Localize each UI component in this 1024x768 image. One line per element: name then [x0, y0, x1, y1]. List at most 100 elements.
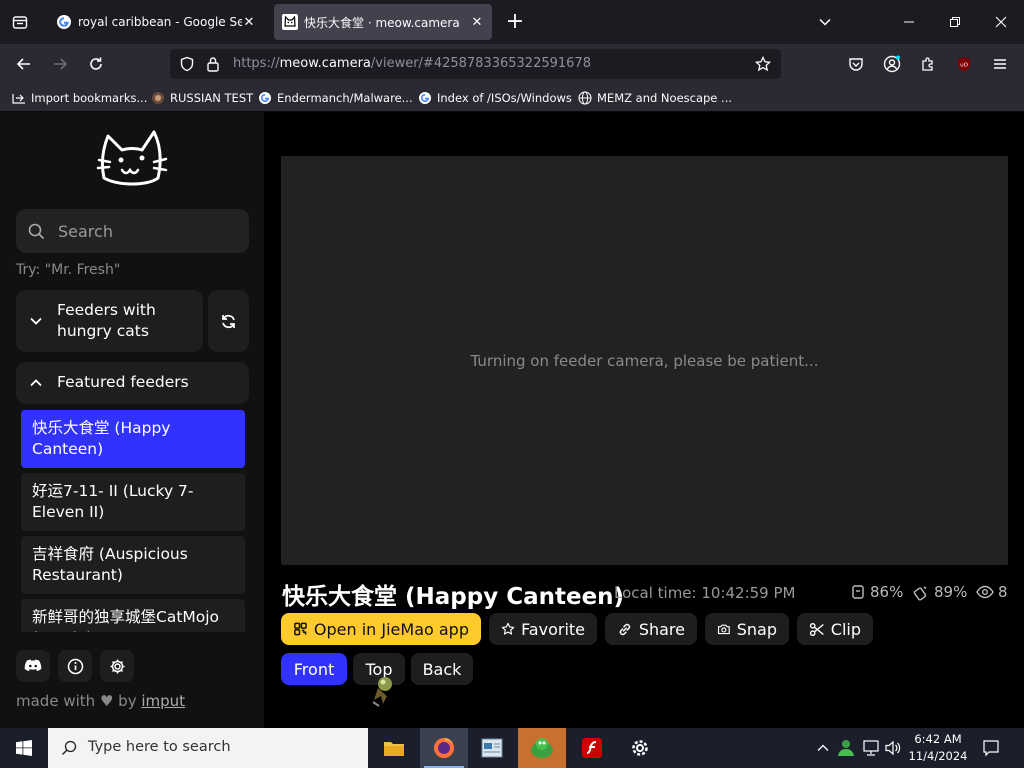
firefox-icon — [434, 738, 454, 758]
info-button[interactable] — [58, 650, 92, 682]
taskbar-flash[interactable] — [568, 728, 616, 768]
taskbar-firefox[interactable] — [420, 728, 468, 768]
clock-time: 6:42 AM — [914, 732, 962, 746]
close-tab-icon[interactable]: ✕ — [470, 15, 484, 30]
action-center-button[interactable] — [982, 739, 1000, 757]
search-box[interactable] — [16, 209, 249, 253]
menu-button[interactable] — [988, 52, 1012, 76]
gear-icon — [110, 659, 124, 673]
windows-taskbar: Type here to search 6:42 AM 11/4/2024 — [0, 728, 1024, 768]
local-time: Local time: 10:42:59 PM — [614, 584, 796, 602]
open-in-app-button[interactable]: Open in JieMao app — [281, 613, 481, 645]
favorite-button[interactable]: Favorite — [489, 613, 597, 645]
feeder-title: 快乐大食堂 (Happy Canteen) — [282, 584, 625, 610]
search-input[interactable] — [58, 219, 238, 243]
camera-status-message: Turning on feeder camera, please be pati… — [470, 352, 819, 370]
account-button[interactable] — [880, 52, 904, 76]
flash-icon — [582, 738, 602, 758]
group-hungry-cats[interactable]: Feeders with hungry cats — [16, 290, 203, 352]
notification-icon — [983, 740, 999, 757]
forward-button[interactable] — [48, 52, 72, 76]
bookmark-endermanch[interactable]: Endermanch/Malware... — [258, 90, 413, 106]
start-button[interactable] — [0, 728, 48, 768]
bookmark-import[interactable]: Import bookmarks... — [12, 90, 147, 106]
minimize-button[interactable] — [886, 6, 932, 38]
lock-icon[interactable] — [206, 56, 220, 72]
group-label: Feeders with hungry cats — [57, 301, 156, 340]
food-container-icon — [852, 585, 864, 599]
taskbar-clock[interactable]: 6:42 AM 11/4/2024 — [900, 731, 976, 765]
author-link[interactable]: imput — [141, 692, 185, 710]
chevron-up-icon — [817, 744, 829, 751]
pocket-button[interactable] — [844, 52, 868, 76]
close-window-button[interactable] — [978, 6, 1024, 38]
heart-icon: ♥ — [99, 692, 114, 710]
made-with-credit: made with ♥ by imput — [16, 692, 186, 710]
google-icon — [259, 92, 271, 104]
taskbar-file-explorer[interactable] — [370, 728, 418, 768]
bonzi-buddy-icon — [531, 738, 553, 758]
taskbar-search[interactable]: Type here to search — [48, 728, 368, 768]
tab-meow-camera[interactable]: 快乐大食堂 · meow.camera ✕ — [274, 4, 492, 40]
globe-icon — [578, 91, 592, 105]
chevron-up-icon — [30, 379, 42, 387]
refresh-button[interactable] — [208, 290, 249, 352]
reload-icon — [90, 57, 102, 70]
site-favicon-icon — [152, 92, 164, 104]
camera-video[interactable]: Turning on feeder camera, please be pati… — [281, 156, 1008, 565]
close-icon — [995, 16, 1007, 28]
discord-button[interactable] — [16, 650, 50, 682]
tray-user-app[interactable] — [837, 739, 855, 757]
reload-button[interactable] — [84, 52, 108, 76]
group-featured-feeders[interactable]: Featured feeders — [16, 362, 249, 404]
share-button[interactable]: Share — [605, 613, 697, 645]
taskbar-app-window[interactable] — [468, 728, 516, 768]
feeder-list: 快乐大食堂 (Happy Canteen) 好运7-11- II (Lucky … — [16, 408, 249, 632]
snap-button[interactable]: Snap — [705, 613, 789, 645]
bookmark-isos[interactable]: Index of /ISOs/Windows — [418, 90, 572, 106]
tab-list-button[interactable] — [8, 10, 32, 34]
url-bar[interactable]: https://meow.camera/viewer/#425878336532… — [170, 49, 781, 79]
shield-icon[interactable] — [179, 56, 195, 72]
tab-bar: royal caribbean - Google Search ✕ 快乐大食堂 … — [0, 0, 1024, 44]
feeder-item-auspicious-restaurant[interactable]: 吉祥食府 (Auspicious Restaurant) — [21, 536, 245, 594]
battery-icon — [913, 585, 927, 601]
eye-icon — [976, 585, 994, 599]
view-back-button[interactable]: Back — [411, 653, 473, 685]
qr-code-icon — [294, 622, 307, 636]
google-icon — [419, 92, 431, 104]
meow-camera-logo-icon[interactable] — [96, 126, 168, 192]
group-label: Featured feeders — [57, 373, 189, 391]
view-front-button[interactable]: Front — [281, 653, 347, 685]
ublock-button[interactable]: uO — [952, 52, 976, 76]
taskbar-settings[interactable] — [616, 728, 664, 768]
extensions-button[interactable] — [916, 52, 940, 76]
link-icon — [619, 623, 631, 635]
sidebar: Try: "Mr. Fresh" Feeders with hungry cat… — [0, 112, 264, 728]
search-hint: Try: "Mr. Fresh" — [16, 262, 121, 278]
bookmark-memz[interactable]: MEMZ and Noescape ... — [578, 90, 732, 106]
tab-google-search[interactable]: royal caribbean - Google Search ✕ — [48, 4, 264, 40]
feeder-item-happy-canteen[interactable]: 快乐大食堂 (Happy Canteen) — [21, 410, 245, 468]
url-text[interactable]: https://meow.camera/viewer/#425878336532… — [233, 56, 591, 71]
show-hidden-icons-button[interactable] — [814, 739, 832, 757]
new-tab-button[interactable]: + — [503, 10, 527, 34]
close-tab-icon[interactable]: ✕ — [242, 15, 256, 30]
bookmark-russian-test[interactable]: RUSSIAN TEST — [151, 90, 253, 106]
list-all-tabs-button[interactable] — [802, 6, 848, 38]
feeder-item-lucky-7-eleven[interactable]: 好运7-11- II (Lucky 7-Eleven II) — [21, 473, 245, 531]
clip-button[interactable]: Clip — [797, 613, 873, 645]
taskbar-bonzi[interactable] — [518, 728, 566, 768]
tray-network[interactable] — [862, 739, 880, 757]
scissors-icon — [809, 622, 824, 636]
bookmark-star-icon[interactable] — [755, 56, 771, 72]
back-button[interactable] — [12, 52, 36, 76]
settings-button[interactable] — [100, 650, 134, 682]
taskbar-search-text: Type here to search — [88, 739, 231, 755]
food-level-stat: 86% — [850, 582, 903, 602]
restore-icon — [950, 17, 960, 27]
chevron-down-icon — [30, 317, 42, 325]
clock-date: 11/4/2024 — [908, 749, 968, 763]
feeder-item-castle[interactable]: 新鲜哥的独享城堡CatMojo (Castle) — [21, 599, 245, 632]
restore-button[interactable] — [932, 6, 978, 38]
